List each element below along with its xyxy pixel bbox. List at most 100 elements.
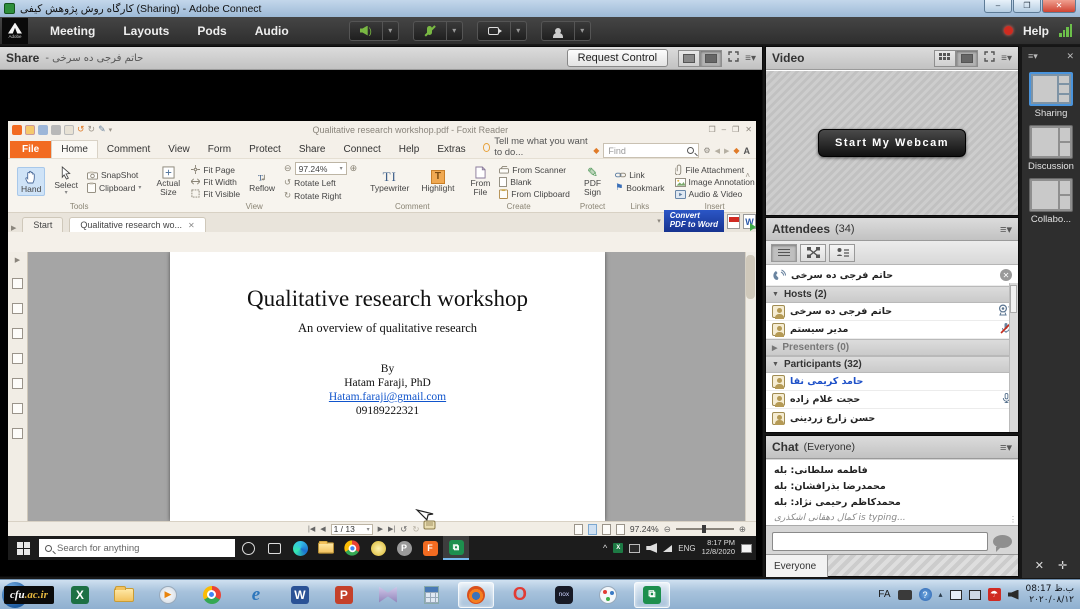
tray-expand-icon[interactable]: ^: [603, 543, 607, 553]
firefox-icon-active[interactable]: [458, 582, 494, 608]
audio-video-button[interactable]: Audio & Video: [675, 189, 755, 199]
video-filmstrip-view-toggle[interactable]: [956, 50, 978, 67]
zoom-slider-thumb[interactable]: [702, 525, 706, 533]
chrome-taskbar-icon[interactable]: [339, 536, 365, 560]
snapshot-button[interactable]: SnapShot: [87, 170, 141, 180]
share-pod-menu-icon[interactable]: ≡▾: [745, 53, 756, 64]
pages-panel-icon[interactable]: [12, 303, 23, 314]
idm-icon[interactable]: [365, 536, 391, 560]
host-row-2[interactable]: مدیر سیستم: [766, 321, 1018, 339]
foxit-restore-tabs-icon[interactable]: ❐: [709, 125, 716, 134]
volume-tray-icon[interactable]: [1008, 590, 1019, 600]
single-page-view-icon[interactable]: [574, 524, 583, 535]
zoom-out-icon[interactable]: ⊖: [284, 163, 292, 174]
kmplayer-icon[interactable]: [370, 582, 406, 608]
dismiss-speaker-icon[interactable]: ✕: [1000, 269, 1012, 281]
collapse-ribbon-icon[interactable]: ˄: [745, 171, 750, 180]
from-scanner-button[interactable]: From Scanner: [499, 165, 570, 175]
find-options-icon[interactable]: ⚙: [703, 146, 710, 155]
action-center-icon[interactable]: [741, 544, 752, 553]
highlight-all-icon[interactable]: ◆: [733, 146, 739, 155]
display-tray-icon[interactable]: [950, 590, 962, 600]
chrome-icon[interactable]: [194, 582, 230, 608]
excel-icon[interactable]: X: [62, 582, 98, 608]
tell-me-box[interactable]: Tell me what you want to do...: [483, 136, 594, 158]
tray-language[interactable]: ENG: [678, 544, 695, 553]
host-row-1[interactable]: حاتم فرجی ده سرخی: [766, 303, 1018, 321]
file-explorer-icon[interactable]: [106, 582, 142, 608]
continuous-view-icon[interactable]: [588, 524, 597, 535]
participant-row-3[interactable]: حسن زارع زردینی: [766, 409, 1018, 427]
comment-shortcut-icon[interactable]: ◆: [593, 146, 599, 155]
nox-icon[interactable]: nox: [546, 582, 582, 608]
tab-form[interactable]: Form: [199, 141, 240, 158]
hand-tool-button[interactable]: Hand: [17, 167, 45, 196]
find-prev-icon[interactable]: ◀: [715, 147, 720, 155]
start-badge[interactable]: cfu.ac.ir: [4, 586, 54, 604]
delete-layout-icon[interactable]: ✕: [1035, 559, 1044, 572]
minimize-button[interactable]: –: [984, 0, 1012, 13]
highlight-button[interactable]: THighlight: [418, 169, 457, 194]
app-p-icon[interactable]: P: [391, 536, 417, 560]
participant-row-2[interactable]: حجت غلام زاده: [766, 391, 1018, 409]
keyboard-layout-icon[interactable]: [898, 590, 912, 600]
last-page-icon[interactable]: ▶|: [388, 525, 395, 533]
attendees-scrollbar-thumb[interactable]: [1010, 285, 1017, 313]
layout-sharing-thumb[interactable]: [1029, 72, 1073, 106]
pdf-sign-button[interactable]: ✎PDF Sign: [580, 165, 605, 198]
internet-explorer-icon[interactable]: e: [238, 582, 274, 608]
video-pod-menu-icon[interactable]: ≡▾: [1001, 53, 1012, 64]
close-button[interactable]: ✕: [1042, 0, 1076, 13]
chat-scroll-indicator[interactable]: ⋮: [1009, 515, 1017, 524]
layout-discussion-label[interactable]: Discussion: [1022, 161, 1080, 172]
share-fullscreen-icon[interactable]: [728, 51, 739, 65]
expand-panel-icon[interactable]: ▶: [15, 256, 20, 264]
open-icon[interactable]: [25, 125, 35, 135]
send-message-icon[interactable]: [993, 535, 1012, 548]
menu-pods[interactable]: Pods: [183, 24, 240, 38]
from-file-button[interactable]: From File: [467, 165, 493, 198]
chat-input[interactable]: [772, 532, 988, 551]
chat-pod-menu-icon[interactable]: ≡▾: [1000, 441, 1012, 454]
explorer-icon[interactable]: [313, 536, 339, 560]
blank-button[interactable]: Blank: [499, 177, 570, 187]
find-next-icon[interactable]: ▶: [724, 147, 729, 155]
layers-panel-icon[interactable]: [12, 403, 23, 414]
microphone-button[interactable]: [413, 21, 447, 41]
menu-audio[interactable]: Audio: [241, 24, 303, 38]
speaker-dropdown[interactable]: ▾: [383, 21, 399, 41]
restore-button[interactable]: ❐: [1013, 0, 1041, 13]
tab-file[interactable]: File: [10, 141, 51, 158]
foxit-maximize-icon[interactable]: ❐: [732, 125, 739, 134]
fit-width-button[interactable]: Fit Width: [191, 177, 240, 187]
inner-clock[interactable]: 8:17 PM12/8/2020: [702, 539, 735, 556]
save-icon[interactable]: [38, 125, 48, 135]
tab-protect[interactable]: Protect: [240, 141, 290, 158]
next-page-icon[interactable]: ▶: [378, 525, 383, 533]
status-zoom-out-icon[interactable]: ⊖: [664, 524, 671, 535]
calculator-icon[interactable]: [414, 582, 450, 608]
signature-panel-icon[interactable]: [12, 378, 23, 389]
match-case-icon[interactable]: A: [744, 146, 751, 156]
facing-view-icon[interactable]: [602, 524, 611, 535]
start-tab[interactable]: Start: [22, 217, 63, 232]
microphone-dropdown[interactable]: ▾: [447, 21, 463, 41]
tab-comment[interactable]: Comment: [98, 141, 159, 158]
opera-icon[interactable]: O: [502, 582, 538, 608]
status-raise-hand-button[interactable]: [541, 21, 575, 41]
tray-volume-icon[interactable]: [646, 543, 657, 553]
attachments-panel-icon[interactable]: [12, 353, 23, 364]
file-attachment-button[interactable]: File Attachment: [675, 164, 755, 175]
word-icon[interactable]: W: [282, 582, 318, 608]
rotate-right-button[interactable]: ↻Rotate Right: [284, 190, 357, 201]
comments-panel-icon[interactable]: [12, 328, 23, 339]
fit-visible-button[interactable]: Fit Visible: [191, 189, 240, 199]
clock[interactable]: 08:17 ب.ظ۲۰۲۰/۰۸/۱۲: [1026, 584, 1074, 606]
video-grid-view-toggle[interactable]: [934, 50, 956, 67]
zoom-slider[interactable]: [676, 528, 734, 530]
layout-close-icon[interactable]: ✕: [1066, 51, 1074, 62]
zoom-level-select[interactable]: 97.24%▾: [295, 162, 347, 175]
participant-row-1[interactable]: حامد کریمی نقا: [766, 373, 1018, 391]
antivirus-tray-icon[interactable]: ☂: [988, 588, 1001, 601]
cortana-icon[interactable]: [235, 536, 261, 560]
